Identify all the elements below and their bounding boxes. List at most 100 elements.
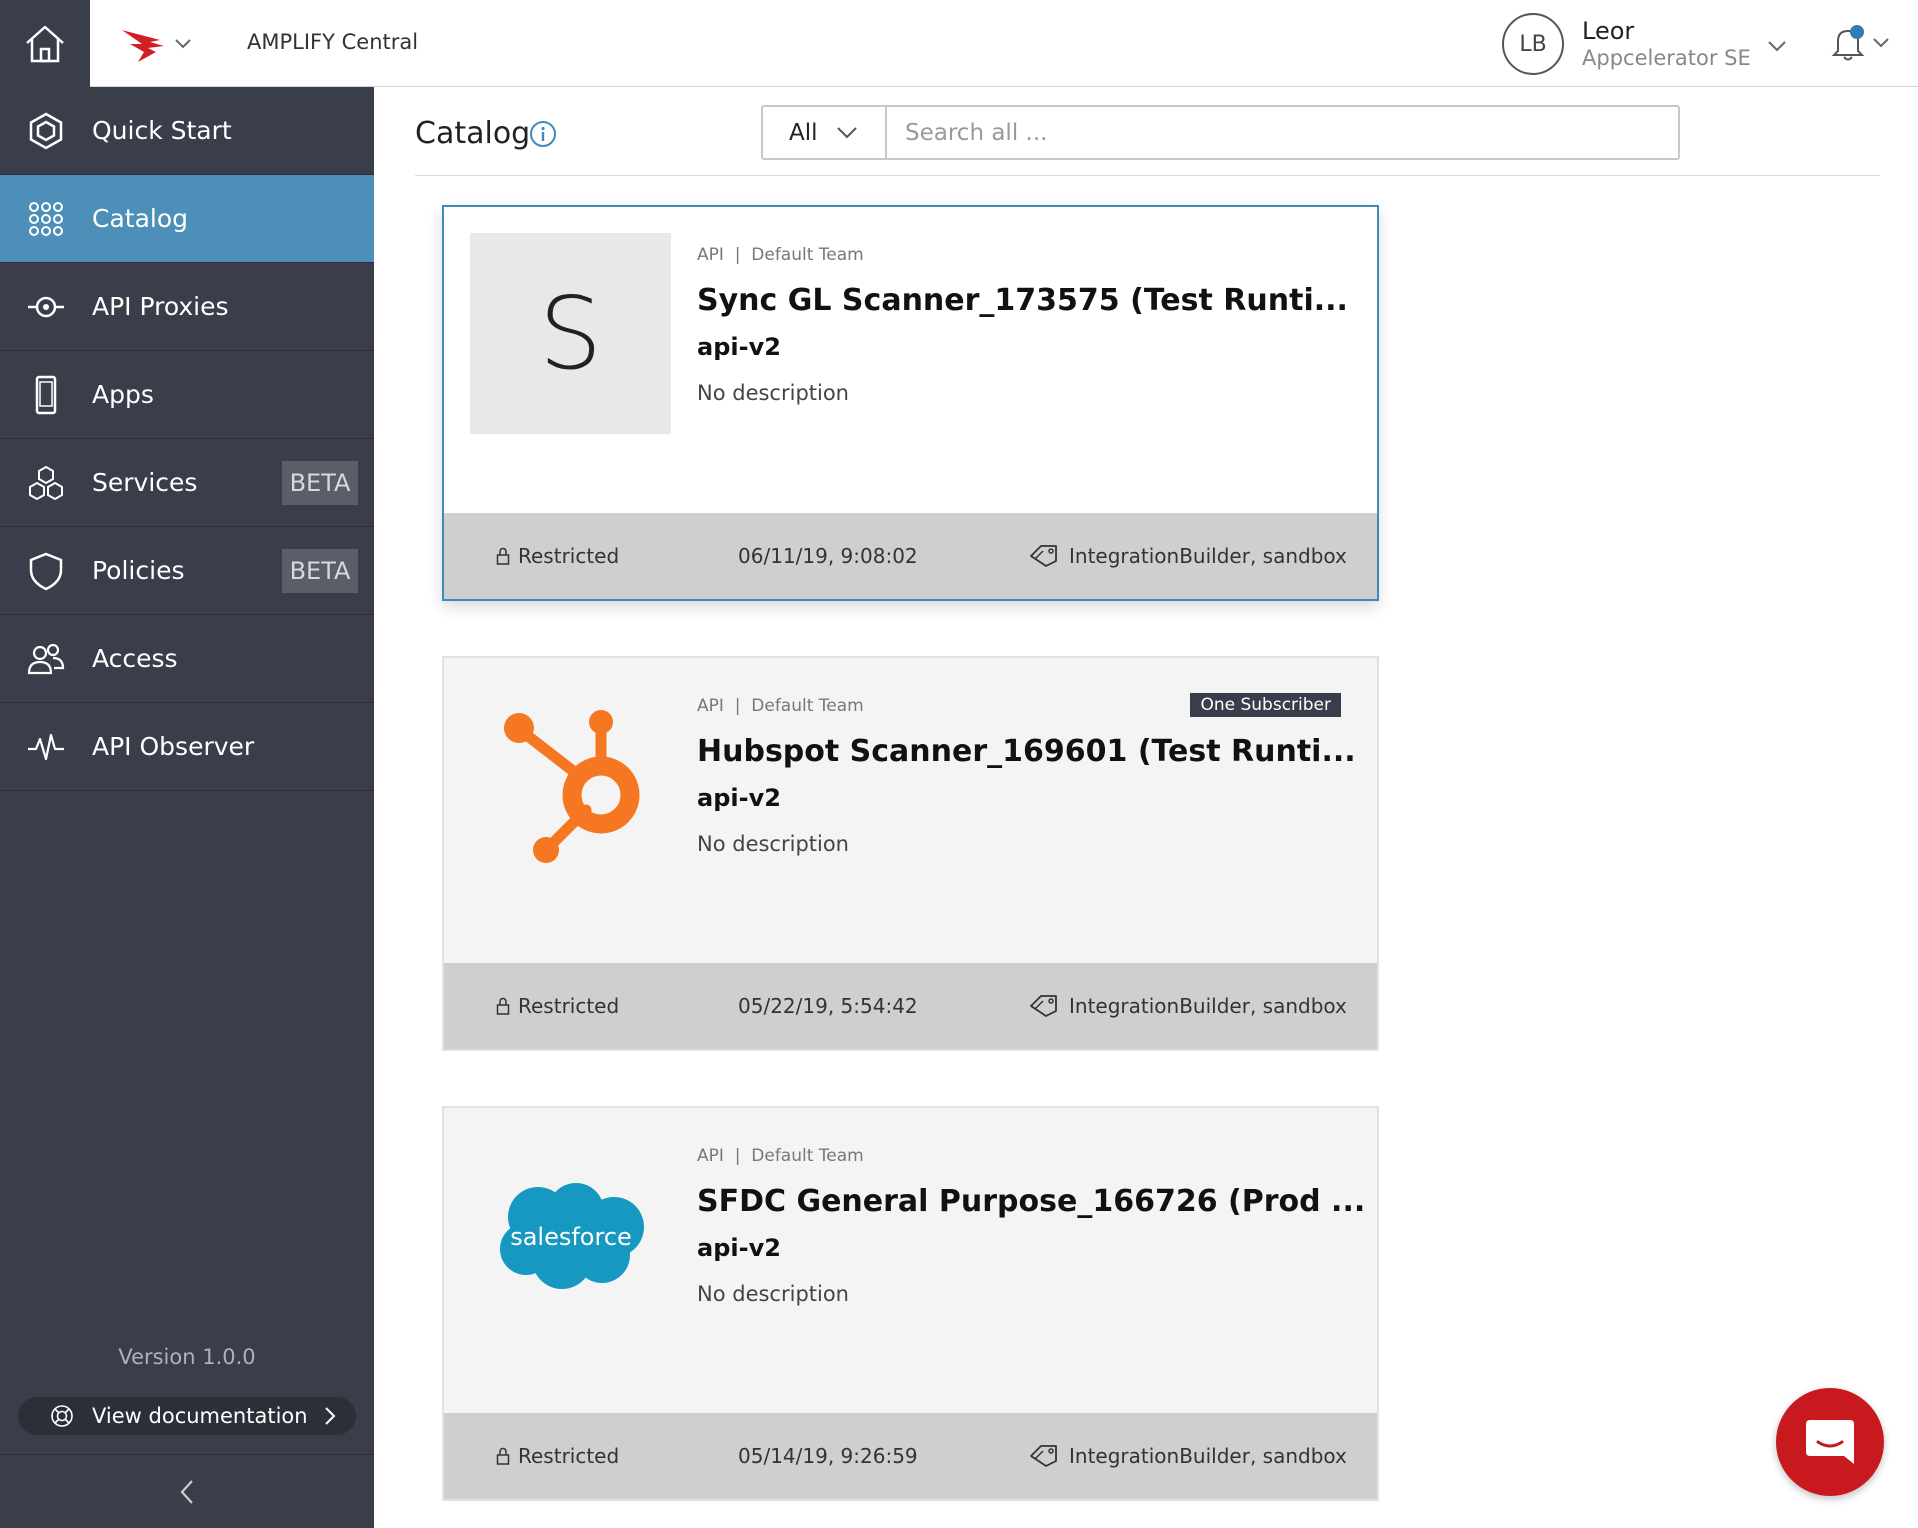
chevron-right-icon [325,1407,336,1425]
card-version: api-v2 [697,1234,781,1262]
top-bar: AMPLIFY Central LB Leor Appcelerator SE [0,0,1918,87]
salesforce-logo-text: salesforce [510,1223,632,1251]
sidebar-item-label: Services [92,468,198,497]
salesforce-logo-icon: salesforce [499,1182,644,1289]
bell-icon [1831,25,1865,61]
axway-logo-icon [122,30,164,62]
grid-icon [29,201,63,236]
search-bar: All [761,105,1680,160]
brand-switcher[interactable] [120,22,195,66]
sidebar-item-api-proxies[interactable]: API Proxies [0,263,374,351]
card-team: Default Team [751,245,864,265]
card-footer: Restricted 05/14/19, 9:26:59 Integration… [444,1413,1377,1499]
card-type: API [697,696,724,716]
view-documentation-button[interactable]: View documentation [18,1397,356,1435]
sidebar: Quick Start Catalog API Proxies Apps Ser… [0,87,374,1528]
card-footer: Restricted 05/22/19, 5:54:42 Integration… [444,963,1377,1049]
lock-icon [496,997,510,1015]
hexagon-icon [29,112,63,149]
card-status: Restricted [518,994,620,1018]
card-title: Hubspot Scanner_169601 (Test Runti... [697,734,1356,769]
sidebar-item-label: Access [92,644,178,673]
info-icon[interactable] [529,120,557,148]
catalog-card[interactable]: salesforce API | Default Team SFDC Gener… [442,1106,1379,1501]
tag-icon [1030,1445,1057,1467]
user-name: Leor [1582,17,1635,45]
card-title: SFDC General Purpose_166726 (Prod ... [697,1184,1366,1219]
sidebar-item-services[interactable]: Services BETA [0,439,374,527]
card-thumbnail [470,684,671,885]
card-footer: Restricted 06/11/19, 9:08:02 Integration… [444,513,1377,599]
card-version: api-v2 [697,784,781,812]
user-org: Appcelerator SE [1582,46,1751,70]
avatar: LB [1502,13,1564,75]
card-description: No description [697,381,849,405]
meta-separator: | [729,245,746,265]
view-documentation-label: View documentation [92,1404,308,1428]
notifications-button[interactable] [1830,20,1900,66]
card-description: No description [697,1282,849,1306]
tag-icon [1030,545,1057,567]
card-status: Restricted [518,544,620,568]
users-icon [27,643,65,674]
chevron-down-icon [175,39,191,49]
lock-icon [496,1447,510,1465]
card-team: Default Team [751,1146,864,1166]
chevron-down-icon [1768,41,1786,52]
sidebar-item-label: API Observer [92,732,255,761]
app-title: AMPLIFY Central [247,30,419,54]
home-button[interactable] [0,0,90,87]
catalog-card[interactable]: S API | Default Team Sync GL Scanner_173… [442,205,1379,601]
home-icon [26,25,64,62]
beta-badge: BETA [282,461,358,505]
card-type: API [697,245,724,265]
subscriber-badge: One Subscriber [1190,693,1341,717]
user-menu[interactable]: LB Leor Appcelerator SE [1502,12,1787,76]
search-input[interactable] [887,107,1678,158]
card-status: Restricted [518,1444,620,1468]
card-title: Sync GL Scanner_173575 (Test Runti... [697,283,1348,318]
hubspot-logo-icon [503,709,639,863]
meta-separator: | [729,1146,746,1166]
proxy-icon [28,296,64,317]
collapse-sidebar-button[interactable] [0,1454,374,1528]
card-description: No description [697,832,849,856]
page-title: Catalog [415,116,531,151]
shield-icon [29,552,63,590]
chat-launcher-button[interactable] [1776,1388,1884,1496]
sidebar-item-catalog[interactable]: Catalog [0,175,374,263]
filter-value: All [789,119,818,146]
tag-icon [1030,995,1057,1017]
sidebar-item-policies[interactable]: Policies BETA [0,527,374,615]
lifebuoy-icon [51,1405,73,1427]
chevron-down-icon [836,126,857,138]
card-tags: IntegrationBuilder, sandbox [1069,994,1347,1018]
sidebar-item-api-observer[interactable]: API Observer [0,703,374,791]
mobile-device-icon [35,375,57,414]
card-tags: IntegrationBuilder, sandbox [1069,1444,1347,1468]
card-team: Default Team [751,696,864,716]
sidebar-item-label: API Proxies [92,292,229,321]
meta-separator: | [729,696,746,716]
pulse-icon [28,733,64,760]
sidebar-item-label: Apps [92,380,154,409]
chevron-down-icon [1873,38,1889,48]
card-date: 05/22/19, 5:54:42 [738,994,918,1018]
card-version: api-v2 [697,333,781,361]
card-date: 05/14/19, 9:26:59 [738,1444,918,1468]
cubes-icon [29,465,63,500]
lock-icon [496,547,510,565]
card-tags: IntegrationBuilder, sandbox [1069,544,1347,568]
card-type: API [697,1146,724,1166]
version-label: Version 1.0.0 [118,1345,256,1369]
sidebar-item-apps[interactable]: Apps [0,351,374,439]
card-date: 06/11/19, 9:08:02 [738,544,918,568]
sidebar-item-access[interactable]: Access [0,615,374,703]
card-thumbnail: S [470,233,671,434]
filter-dropdown[interactable]: All [763,107,887,158]
catalog-header: Catalog All [415,88,1880,176]
catalog-card[interactable]: API | Default Team One Subscriber Hubspo… [442,656,1379,1051]
beta-badge: BETA [282,549,358,593]
sidebar-item-quick-start[interactable]: Quick Start [0,87,374,175]
chat-icon [1806,1420,1854,1464]
